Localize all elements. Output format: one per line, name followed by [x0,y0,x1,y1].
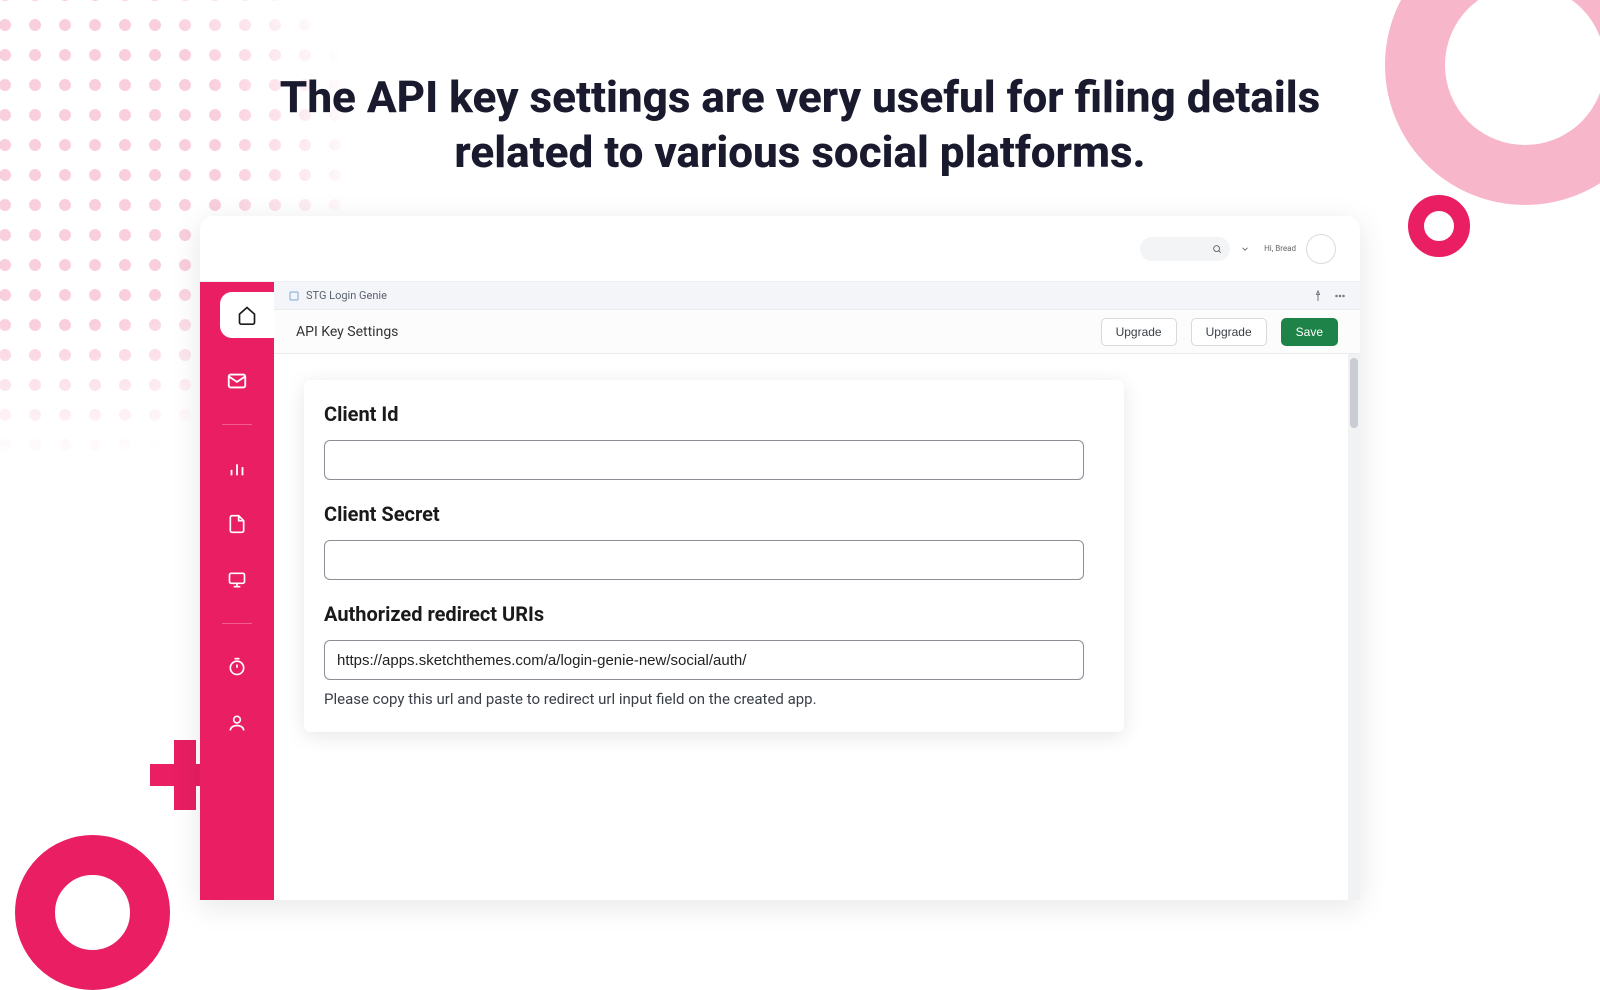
page-headline: The API key settings are very useful for… [250,0,1350,180]
decorative-ring-large [1385,0,1600,205]
search-input[interactable] [1140,237,1230,261]
client-secret-input[interactable] [324,540,1084,580]
upgrade-button-small[interactable]: Upgrade [1101,318,1177,346]
upgrade-button[interactable]: Upgrade [1191,318,1267,346]
greeting-text: Hi, Bread [1264,244,1296,253]
sidebar-item-files[interactable] [224,511,250,537]
avatar[interactable] [1306,234,1336,264]
app-window: Hi, Bread STG Lo [200,216,1360,900]
client-secret-label: Client Secret [324,502,1104,526]
client-id-input[interactable] [324,440,1084,480]
user-icon [227,713,247,733]
sidebar-item-home[interactable] [220,292,274,338]
file-icon [227,514,247,534]
stopwatch-icon [227,657,247,677]
redirect-uri-input[interactable] [324,640,1084,680]
sidebar-item-desktop[interactable] [224,567,250,593]
save-button[interactable]: Save [1281,318,1338,346]
decorative-ring-small [1408,195,1470,257]
sidebar-item-mail[interactable] [224,368,250,394]
redirect-uri-help: Please copy this url and paste to redire… [324,690,1104,708]
breadcrumb: STG Login Genie [274,282,1360,310]
top-bar: Hi, Bread [200,216,1360,282]
mail-icon [226,370,248,392]
content-area: STG Login Genie API Key Settings Upgrade… [274,282,1360,900]
decorative-ring-bottom [15,835,170,990]
settings-card: Client Id Client Secret Authorized redir… [304,380,1124,732]
monitor-icon [227,570,247,590]
client-id-label: Client Id [324,402,1104,426]
sidebar-item-analytics[interactable] [224,455,250,481]
home-icon [237,305,257,325]
chevron-down-icon[interactable] [1240,244,1250,254]
sidebar-item-timer[interactable] [224,654,250,680]
redirect-uri-label: Authorized redirect URIs [324,602,1104,626]
section-title: API Key Settings [296,324,398,340]
more-icon[interactable] [1334,290,1346,302]
sidebar-divider [222,623,252,624]
sidebar-divider [222,424,252,425]
form-panel: Client Id Client Secret Authorized redir… [274,354,1360,900]
pin-icon[interactable] [1312,290,1324,302]
bar-chart-icon [226,457,248,479]
app-icon [288,290,300,302]
sidebar-item-user[interactable] [224,710,250,736]
section-header: API Key Settings Upgrade Upgrade Save [274,310,1360,354]
breadcrumb-app-name: STG Login Genie [306,289,387,302]
scrollbar[interactable] [1348,354,1360,900]
sidebar [200,282,274,900]
search-icon [1212,244,1222,254]
